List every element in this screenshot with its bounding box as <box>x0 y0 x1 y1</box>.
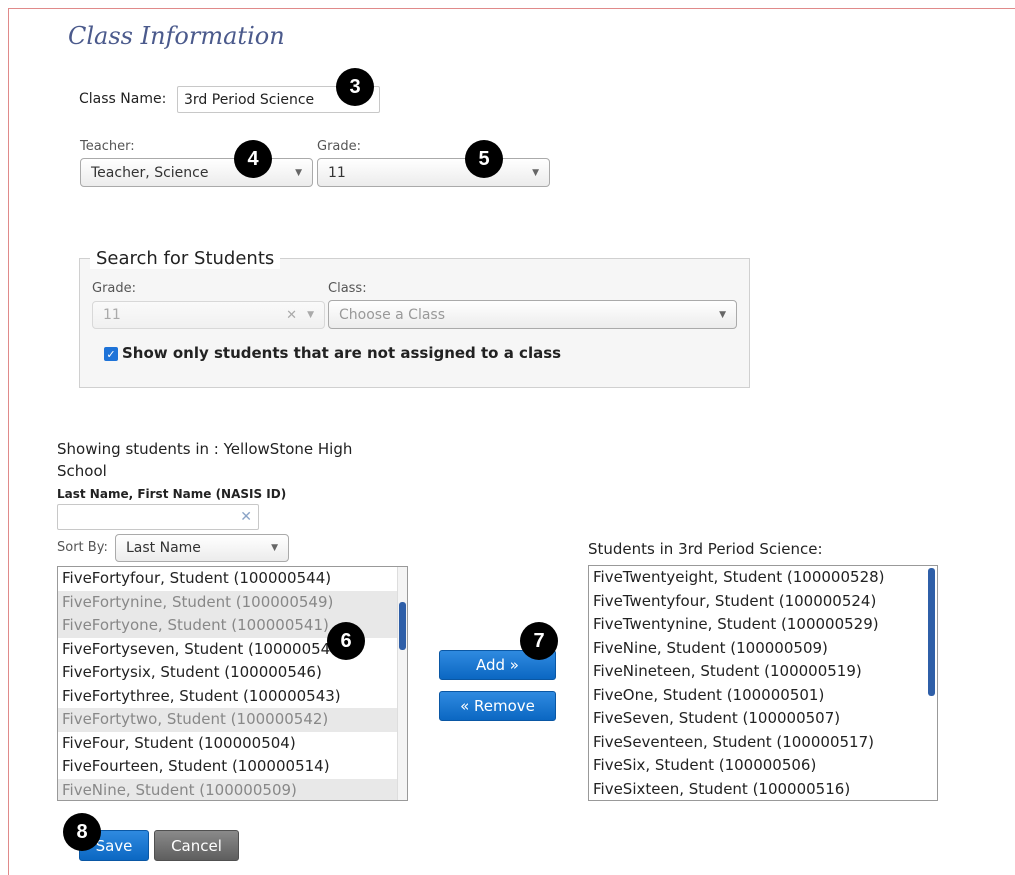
list-item[interactable]: FiveSix, Student (100000506) <box>589 754 937 778</box>
sort-by-label: Sort By: <box>57 540 108 555</box>
list-item[interactable]: FiveSeven, Student (100000507) <box>589 707 937 731</box>
filter-label: Last Name, First Name (NASIS ID) <box>57 487 287 501</box>
search-grade-select[interactable]: 11 ✕ ▼ <box>92 301 325 329</box>
assigned-students-label: Students in 3rd Period Science: <box>588 540 823 558</box>
assigned-list-scrollbar[interactable] <box>927 566 937 800</box>
list-item[interactable]: FiveFortyfour, Student (100000544) <box>58 567 407 591</box>
callout-3: 3 <box>336 68 374 106</box>
student-filter-input[interactable]: ✕ <box>57 504 259 530</box>
search-grade-label: Grade: <box>92 281 137 296</box>
unassigned-only-label: Show only students that are not assigned… <box>122 344 562 362</box>
list-item[interactable]: FiveNine, Student (100000509) <box>589 637 937 661</box>
unassigned-only-checkbox[interactable]: ✓ <box>104 347 118 361</box>
list-item[interactable]: FiveTwentyeight, Student (100000528) <box>589 566 937 590</box>
assigned-scroll-thumb[interactable] <box>928 568 935 696</box>
search-class-select[interactable]: Choose a Class ▼ <box>328 300 737 329</box>
list-item[interactable]: FiveTwentynine, Student (100000529) <box>589 613 937 637</box>
list-item[interactable]: FiveNineteen, Student (100000519) <box>589 660 937 684</box>
grade-select[interactable]: 11 ▼ <box>317 158 550 187</box>
list-item[interactable]: FiveFour, Student (100000504) <box>58 732 407 756</box>
list-item[interactable]: FiveFourteen, Student (100000514) <box>58 755 407 779</box>
callout-5: 5 <box>465 140 503 178</box>
remove-button[interactable]: « Remove <box>439 691 556 721</box>
showing-students-line-2: School <box>57 462 107 480</box>
list-item[interactable]: FiveNine, Student (100000509) <box>58 778 407 800</box>
callout-6: 6 <box>327 622 365 660</box>
list-item[interactable]: FiveSeventeen, Student (100000517) <box>589 731 937 755</box>
page-title: Class Information <box>68 22 285 50</box>
chevron-down-icon: ▼ <box>295 167 302 178</box>
search-class-placeholder: Choose a Class <box>339 306 445 323</box>
available-students-list[interactable]: FiveFortyfour, Student (100000544) FiveFo… <box>57 566 408 801</box>
chevron-down-icon: ▼ <box>532 167 539 178</box>
list-item[interactable]: FiveFortytwo, Student (100000542) <box>58 708 407 732</box>
search-grade-value: 11 <box>103 307 121 323</box>
cancel-button[interactable]: Cancel <box>154 830 239 861</box>
grade-label: Grade: <box>317 139 362 154</box>
teacher-select[interactable]: Teacher, Science ▼ <box>80 158 313 187</box>
available-scroll-thumb[interactable] <box>399 602 406 650</box>
showing-students-label: Showing students in : YellowStone High S… <box>57 438 352 482</box>
list-item[interactable]: FiveFortythree, Student (100000543) <box>58 685 407 709</box>
assigned-students-rows: FiveTwentyeight, Student (100000528) Five… <box>589 566 937 801</box>
assigned-students-list[interactable]: FiveTwentyeight, Student (100000528) Five… <box>588 565 938 801</box>
clear-icon[interactable]: ✕ <box>286 308 297 323</box>
callout-7: 7 <box>520 622 558 660</box>
list-item[interactable]: FiveFortysix, Student (100000546) <box>58 661 407 685</box>
list-item[interactable]: FiveOne, Student (100000501) <box>589 684 937 708</box>
available-students-rows: FiveFortyfour, Student (100000544) FiveFo… <box>58 567 407 800</box>
list-item[interactable]: FiveFortynine, Student (100000549) <box>58 590 407 614</box>
sort-by-value: Last Name <box>126 540 201 556</box>
callout-4: 4 <box>234 140 272 178</box>
chevron-down-icon: ▼ <box>307 310 314 320</box>
teacher-label: Teacher: <box>80 139 135 154</box>
class-name-label: Class Name: <box>79 91 167 107</box>
grade-value: 11 <box>328 164 346 181</box>
available-list-scrollbar[interactable] <box>397 567 407 800</box>
teacher-value: Teacher, Science <box>91 164 209 181</box>
callout-8: 8 <box>63 813 101 851</box>
chevron-down-icon: ▼ <box>271 543 278 553</box>
list-item[interactable]: FiveSixteen, Student (100000516) <box>589 778 937 801</box>
chevron-down-icon: ▼ <box>719 309 726 320</box>
clear-icon[interactable]: ✕ <box>240 509 252 525</box>
showing-students-line-1: Showing students in : YellowStone High <box>57 440 353 458</box>
search-students-legend: Search for Students <box>90 248 281 269</box>
class-name-value: 3rd Period Science <box>184 91 315 108</box>
list-item[interactable]: FiveTwentyfour, Student (100000524) <box>589 590 937 614</box>
sort-by-select[interactable]: Last Name ▼ <box>115 534 289 562</box>
search-class-label: Class: <box>328 281 367 296</box>
